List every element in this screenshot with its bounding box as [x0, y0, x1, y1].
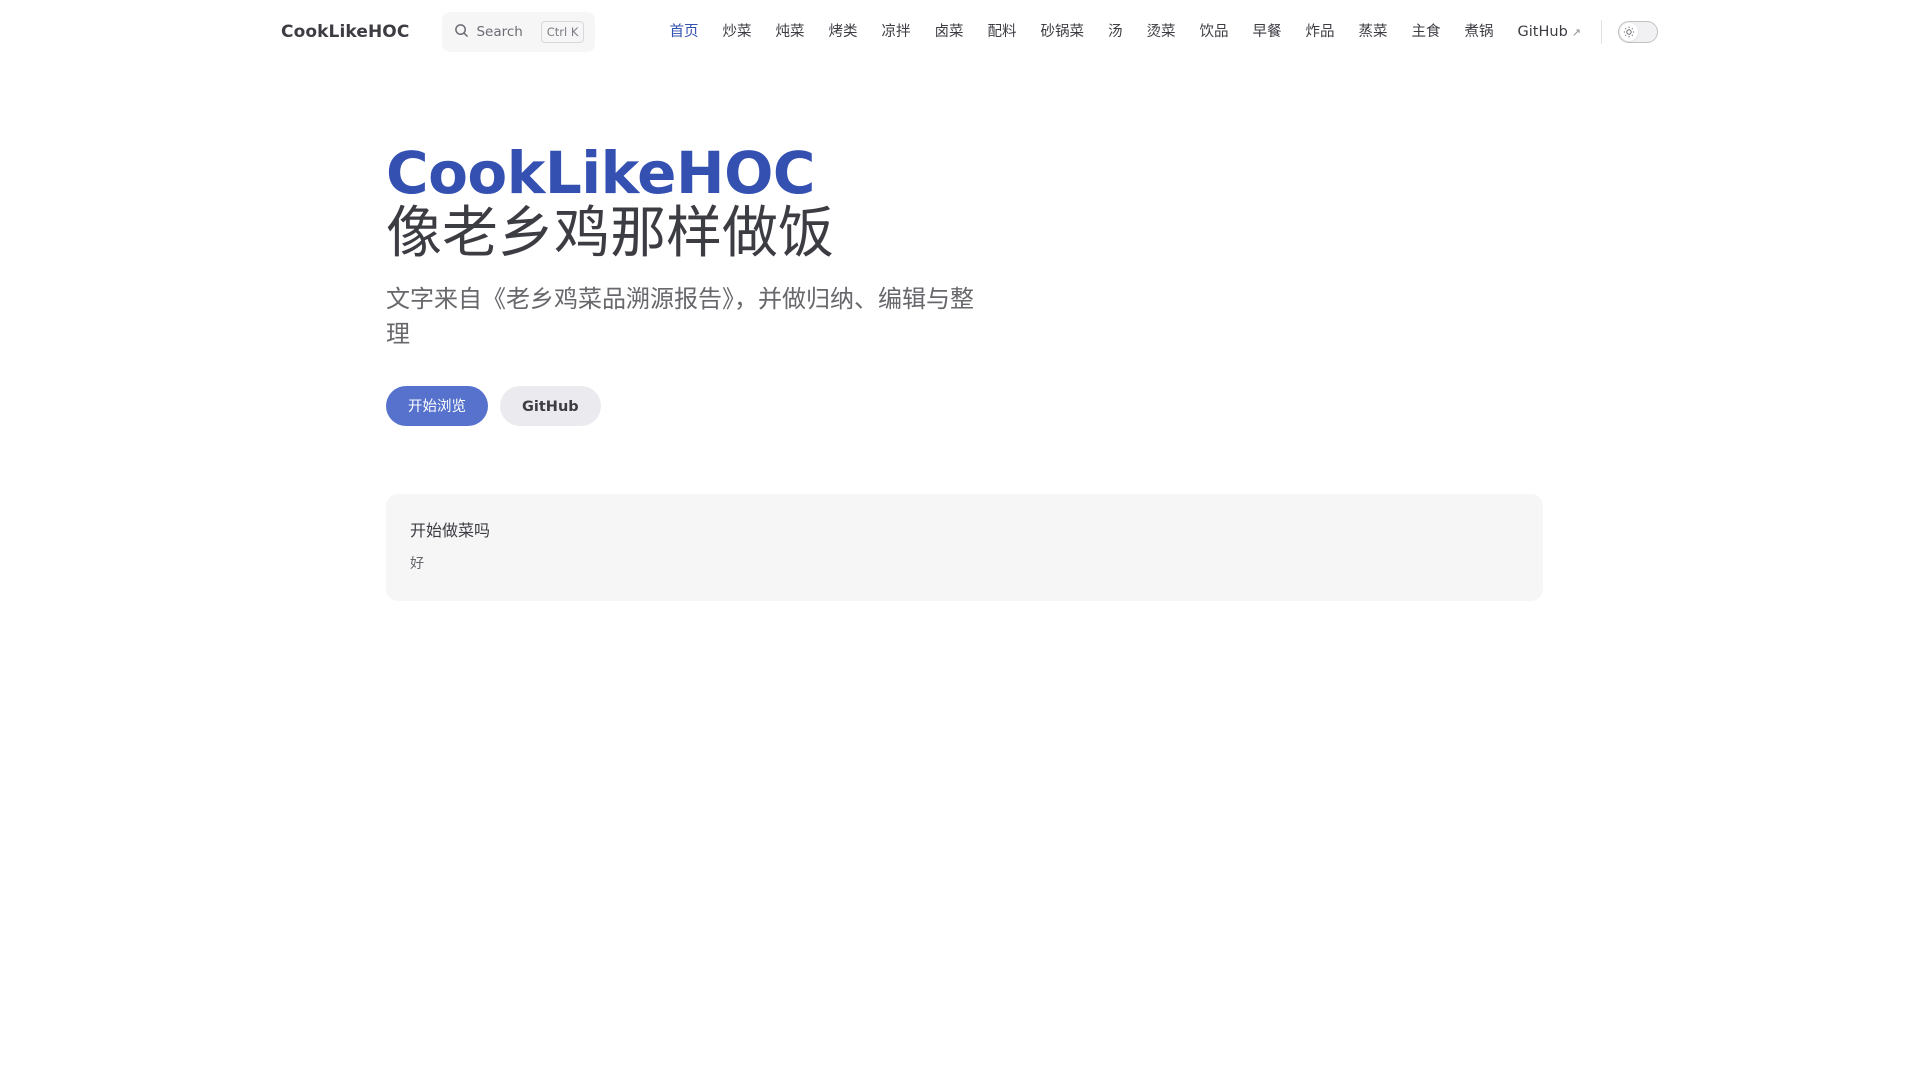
nav-link-braised[interactable]: 卤菜	[923, 0, 976, 64]
nav-link-hotpot[interactable]: 煮锅	[1453, 0, 1506, 64]
nav-divider	[1601, 20, 1602, 44]
search-button[interactable]: Search Ctrl K	[442, 12, 596, 52]
nav-link-breakfast[interactable]: 早餐	[1241, 0, 1294, 64]
nav-github-label: GitHub	[1517, 23, 1568, 40]
site-title-link[interactable]: CookLikeHOC	[281, 22, 409, 42]
search-shortcut-hint: Ctrl K	[540, 21, 585, 43]
feature-card[interactable]: 开始做菜吗 好	[386, 494, 1543, 601]
nav-link-fried[interactable]: 炸品	[1294, 0, 1347, 64]
top-navbar: CookLikeHOC Search Ctrl K 首页 炒菜 炖菜 烤类 凉拌…	[0, 0, 1920, 64]
nav-link-casserole[interactable]: 砂锅菜	[1029, 0, 1097, 64]
hero-name: CookLikeHOC	[386, 139, 815, 207]
nav-link-cold-dish[interactable]: 凉拌	[870, 0, 923, 64]
hero-section: CookLikeHOC 像老乡鸡那样做饭 文字来自《老乡鸡菜品溯源报告》，并做归…	[386, 140, 1006, 426]
nav-links: 首页 炒菜 炖菜 烤类 凉拌 卤菜 配料 砂锅菜 汤 烫菜 饮品 早餐 炸品 蒸…	[658, 0, 1593, 64]
github-button[interactable]: GitHub	[500, 386, 601, 426]
nav-link-stir-fry[interactable]: 炒菜	[711, 0, 764, 64]
nav-link-stew[interactable]: 炖菜	[764, 0, 817, 64]
hero-tagline: 文字来自《老乡鸡菜品溯源报告》，并做归纳、编辑与整理	[386, 285, 974, 348]
nav-link-steamed[interactable]: 蒸菜	[1347, 0, 1400, 64]
nav-link-github[interactable]: GitHub ↗	[1506, 0, 1593, 65]
theme-toggle-switch[interactable]	[1618, 21, 1658, 43]
feature-title: 开始做菜吗	[410, 521, 491, 540]
search-placeholder: Search	[476, 24, 523, 40]
external-link-icon: ↗	[1571, 25, 1581, 39]
search-icon	[454, 23, 469, 42]
hero-actions: 开始浏览 GitHub	[386, 386, 1006, 426]
nav-link-roast[interactable]: 烤类	[817, 0, 870, 64]
hero-text: 像老乡鸡那样做饭	[386, 201, 834, 266]
nav-link-soup[interactable]: 汤	[1096, 0, 1135, 64]
nav-link-blanched[interactable]: 烫菜	[1135, 0, 1188, 64]
nav-link-home[interactable]: 首页	[658, 0, 711, 64]
sun-icon	[1620, 23, 1638, 41]
start-browsing-button[interactable]: 开始浏览	[386, 386, 488, 426]
navbar-inner: CookLikeHOC Search Ctrl K 首页 炒菜 炖菜 烤类 凉拌…	[281, 0, 1658, 64]
nav-link-ingredients[interactable]: 配料	[976, 0, 1029, 64]
nav-link-drinks[interactable]: 饮品	[1188, 0, 1241, 64]
feature-details: 好	[410, 556, 424, 572]
nav-link-staple[interactable]: 主食	[1400, 0, 1453, 64]
